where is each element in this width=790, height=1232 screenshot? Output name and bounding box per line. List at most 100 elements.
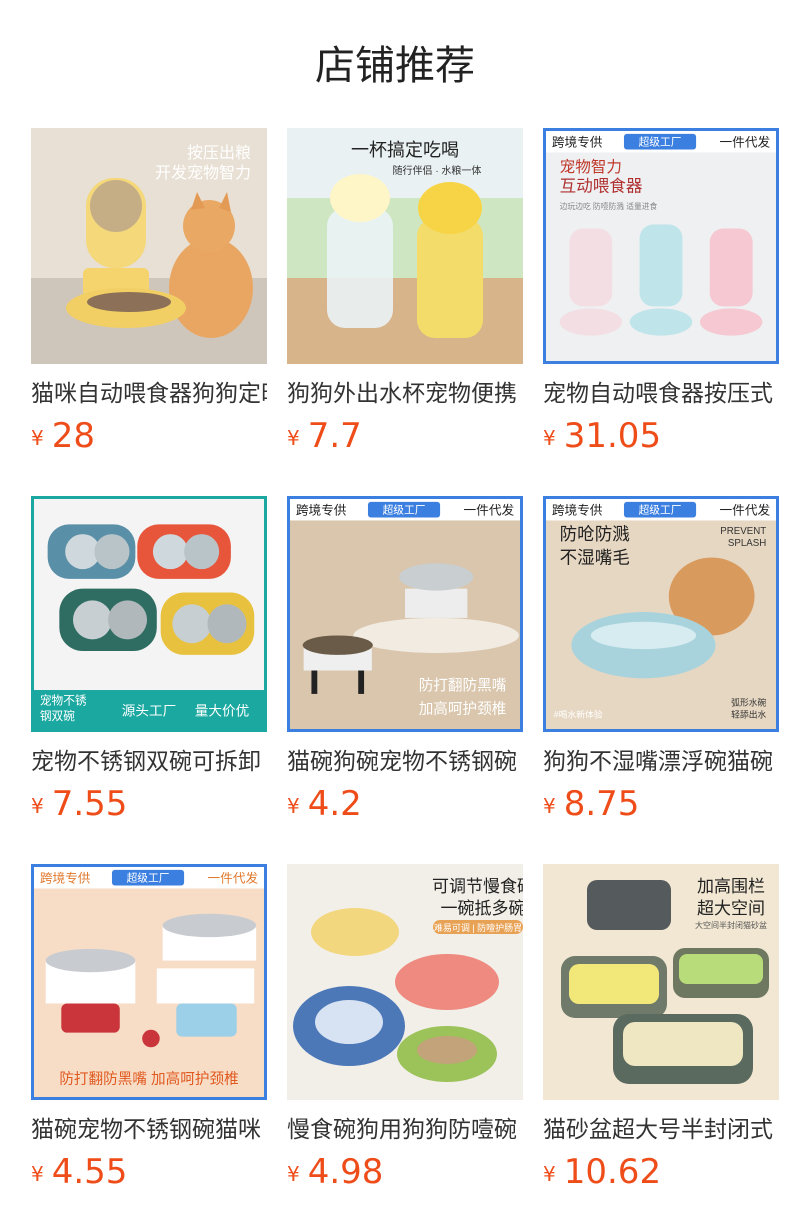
currency-symbol: ¥ bbox=[543, 1162, 556, 1186]
badge-text: 不湿嘴毛 bbox=[560, 547, 630, 567]
price-value: 8.75 bbox=[563, 784, 640, 824]
currency-symbol: ¥ bbox=[31, 794, 44, 818]
badge-text: 超大空间 bbox=[697, 899, 765, 918]
product-title[interactable]: 猫砂盆超大号半封闭式 bbox=[543, 1114, 779, 1146]
product-card[interactable]: 宠物不锈 钢双碗 源头工厂 量大价优 宠物不锈钢双碗可拆卸 ¥7.55 bbox=[31, 496, 267, 836]
price-value: 10.62 bbox=[563, 1152, 662, 1192]
product-card[interactable]: 加高围栏 超大空间 大空间半封闭猫砂盆 猫砂盆超大号半封闭式 ¥10.62 bbox=[543, 864, 779, 1204]
product-image[interactable]: 一杯搞定吃喝 随行伴侣 · 水粮一体 bbox=[287, 128, 523, 364]
badge-text: 宠物不锈 bbox=[40, 694, 87, 708]
badge-text: 超级工厂 bbox=[639, 136, 682, 149]
product-card[interactable]: 跨境专供 超级工厂 一件代发 防打翻防黑嘴 加高呵护颈椎 猫碗狗碗宠物不锈钢碗 … bbox=[287, 496, 523, 836]
product-card[interactable]: 可调节慢食碗 一碗抵多碗 难易可调 | 防噎护肠胃 慢食碗狗用狗狗防噎碗 ¥4.… bbox=[287, 864, 523, 1204]
product-title[interactable]: 猫咪自动喂食器狗狗定时 bbox=[31, 378, 267, 410]
product-image-art: 可调节慢食碗 一碗抵多碗 难易可调 | 防噎护肠胃 bbox=[287, 864, 523, 1100]
product-card[interactable]: 一杯搞定吃喝 随行伴侣 · 水粮一体 狗狗外出水杯宠物便携 ¥7.7 bbox=[287, 128, 523, 468]
product-image-art: 按压出粮 开发宠物智力 bbox=[31, 128, 267, 364]
product-price: ¥4.2 bbox=[287, 784, 362, 828]
badge-text: 跨境专供 bbox=[552, 504, 603, 518]
badge-text: 一杯搞定吃喝 bbox=[351, 140, 459, 160]
badge-text: 宠物智力 bbox=[560, 158, 622, 176]
badge-text: 加高围栏 bbox=[697, 877, 765, 896]
badge-text: 按压出粮 bbox=[187, 144, 251, 162]
currency-symbol: ¥ bbox=[287, 1162, 300, 1186]
currency-symbol: ¥ bbox=[287, 794, 300, 818]
currency-symbol: ¥ bbox=[543, 794, 556, 818]
badge-text: 可调节慢食碗 bbox=[432, 876, 523, 896]
product-price: ¥8.75 bbox=[543, 784, 639, 828]
badge-text: 互动喂食器 bbox=[560, 176, 643, 195]
badge-text: 量大价优 bbox=[195, 703, 250, 718]
product-title[interactable]: 狗狗不湿嘴漂浮碗猫碗 bbox=[543, 746, 779, 778]
product-title[interactable]: 猫碗狗碗宠物不锈钢碗 bbox=[287, 746, 523, 778]
product-title[interactable]: 狗狗外出水杯宠物便携 bbox=[287, 378, 523, 410]
currency-symbol: ¥ bbox=[31, 1162, 44, 1186]
product-grid: 按压出粮 开发宠物智力 猫咪自动喂食器狗狗定时 ¥28 一杯搞定吃喝 随行伴侣 … bbox=[0, 0, 790, 1232]
product-price: ¥7.7 bbox=[287, 416, 362, 460]
badge-text: 防呛防溅 bbox=[560, 524, 630, 544]
product-card[interactable]: 按压出粮 开发宠物智力 猫咪自动喂食器狗狗定时 ¥28 bbox=[31, 128, 267, 468]
product-image-art: 跨境专供 超级工厂 一件代发 防打翻防黑嘴 加高呵护颈椎 bbox=[34, 867, 264, 1097]
product-image-art: 宠物不锈 钢双碗 源头工厂 量大价优 bbox=[34, 499, 264, 729]
badge-text: 源头工厂 bbox=[122, 703, 177, 718]
badge-text: 难易可调 | 防噎护肠胃 bbox=[434, 922, 522, 933]
product-image[interactable]: 宠物不锈 钢双碗 源头工厂 量大价优 bbox=[31, 496, 267, 732]
price-value: 4.55 bbox=[51, 1152, 128, 1192]
badge-text: 开发宠物智力 bbox=[155, 164, 251, 182]
badge-text: 超级工厂 bbox=[639, 504, 682, 517]
badge-text: 跨境专供 bbox=[296, 504, 347, 518]
badge-text: 一碗抵多碗 bbox=[441, 899, 524, 918]
product-card[interactable]: 跨境专供 超级工厂 一件代发 防呛防溅 不湿嘴毛 PREVENT SPLASH … bbox=[543, 496, 779, 836]
badge-text: PREVENT bbox=[720, 526, 766, 537]
badge-text: 轻舔出水 bbox=[731, 708, 766, 719]
badge-text: 跨境专供 bbox=[40, 872, 91, 886]
product-image[interactable]: 加高围栏 超大空间 大空间半封闭猫砂盆 bbox=[543, 864, 779, 1100]
currency-symbol: ¥ bbox=[543, 426, 556, 450]
product-image-art: 跨境专供 超级工厂 一件代发 防打翻防黑嘴 加高呵护颈椎 bbox=[290, 499, 520, 729]
badge-text: 一件代发 bbox=[464, 503, 515, 518]
product-image-art: 跨境专供 超级工厂 一件代发 防呛防溅 不湿嘴毛 PREVENT SPLASH … bbox=[546, 499, 776, 729]
product-title[interactable]: 猫碗宠物不锈钢碗猫咪 bbox=[31, 1114, 267, 1146]
badge-text: 防打翻防黑嘴 bbox=[419, 677, 507, 694]
badge-text: 钢双碗 bbox=[40, 709, 75, 723]
product-image[interactable]: 按压出粮 开发宠物智力 bbox=[31, 128, 267, 364]
product-price: ¥31.05 bbox=[543, 416, 661, 460]
badge-text: 一件代发 bbox=[720, 135, 771, 150]
badge-text: SPLASH bbox=[728, 538, 766, 549]
badge-text: #喝水新体验 bbox=[554, 708, 603, 719]
price-value: 31.05 bbox=[563, 416, 662, 456]
badge-text: 超级工厂 bbox=[127, 872, 170, 885]
product-image-art: 一杯搞定吃喝 随行伴侣 · 水粮一体 bbox=[287, 128, 523, 364]
product-image[interactable]: 跨境专供 超级工厂 一件代发 防呛防溅 不湿嘴毛 PREVENT SPLASH … bbox=[543, 496, 779, 732]
product-price: ¥10.62 bbox=[543, 1152, 661, 1196]
price-value: 4.98 bbox=[307, 1152, 384, 1192]
product-title[interactable]: 宠物自动喂食器按压式 bbox=[543, 378, 779, 410]
currency-symbol: ¥ bbox=[31, 426, 44, 450]
price-value: 4.2 bbox=[307, 784, 362, 824]
product-price: ¥7.55 bbox=[31, 784, 127, 828]
product-title[interactable]: 宠物不锈钢双碗可拆卸 bbox=[31, 746, 267, 778]
product-image[interactable]: 跨境专供 超级工厂 一件代发 防打翻防黑嘴 加高呵护颈椎 bbox=[31, 864, 267, 1100]
product-image[interactable]: 跨境专供 超级工厂 一件代发 宠物智力 互动喂食器 边玩边吃 防噎防溅 适量进食 bbox=[543, 128, 779, 364]
price-value: 7.7 bbox=[307, 416, 362, 456]
badge-text: 超级工厂 bbox=[383, 504, 426, 517]
badge-text: 跨境专供 bbox=[552, 136, 603, 150]
product-price: ¥28 bbox=[31, 416, 95, 460]
product-image-art: 加高围栏 超大空间 大空间半封闭猫砂盆 bbox=[543, 864, 779, 1100]
currency-symbol: ¥ bbox=[287, 426, 300, 450]
product-image-art: 跨境专供 超级工厂 一件代发 宠物智力 互动喂食器 边玩边吃 防噎防溅 适量进食 bbox=[546, 131, 776, 361]
product-card[interactable]: 跨境专供 超级工厂 一件代发 防打翻防黑嘴 加高呵护颈椎 猫碗宠物不锈钢碗猫咪 … bbox=[31, 864, 267, 1204]
product-image[interactable]: 跨境专供 超级工厂 一件代发 防打翻防黑嘴 加高呵护颈椎 bbox=[287, 496, 523, 732]
badge-text: 一件代发 bbox=[720, 503, 771, 518]
product-card[interactable]: 跨境专供 超级工厂 一件代发 宠物智力 互动喂食器 边玩边吃 防噎防溅 适量进食… bbox=[543, 128, 779, 468]
price-value: 7.55 bbox=[51, 784, 128, 824]
product-image[interactable]: 可调节慢食碗 一碗抵多碗 难易可调 | 防噎护肠胃 bbox=[287, 864, 523, 1100]
badge-text: 随行伴侣 · 水粮一体 bbox=[393, 164, 482, 177]
price-value: 28 bbox=[51, 416, 95, 456]
badge-text: 边玩边吃 防噎防溅 适量进食 bbox=[560, 201, 658, 211]
product-price: ¥4.55 bbox=[31, 1152, 127, 1196]
badge-text: 一件代发 bbox=[208, 871, 259, 886]
badge-text: 弧形水碗 bbox=[731, 697, 766, 708]
badge-text: 大空间半封闭猫砂盆 bbox=[695, 920, 767, 930]
product-title[interactable]: 慢食碗狗用狗狗防噎碗 bbox=[287, 1114, 523, 1146]
